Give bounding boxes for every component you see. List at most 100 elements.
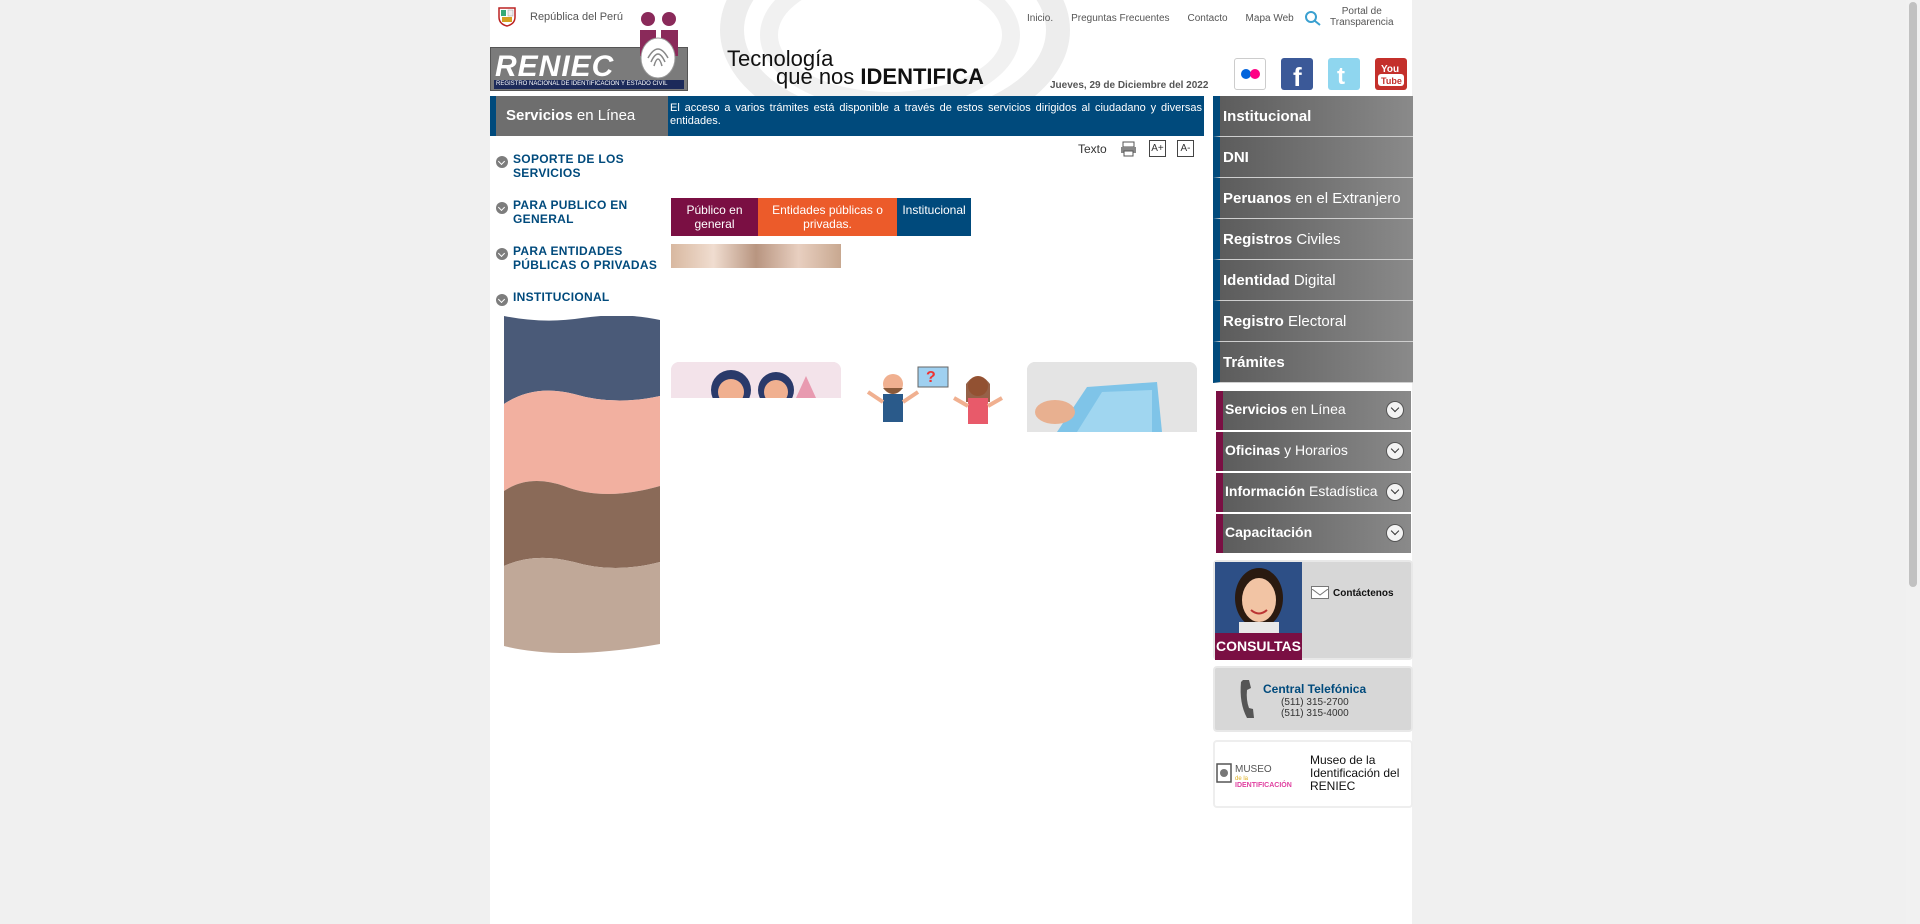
link-inicio[interactable]: Inicio.	[1027, 13, 1053, 24]
coat-of-arms-icon	[498, 7, 516, 27]
site-header: República del Perú RENIEC REGISTRO NACIO…	[490, 0, 1412, 96]
nav-capacitacion[interactable]: Capacitación	[1216, 514, 1411, 553]
nav-sub-rest: Estadística	[1305, 483, 1378, 499]
phone-number-2: (511) 315-4000	[1281, 708, 1349, 719]
svg-text:t: t	[1337, 63, 1345, 90]
nav-dni[interactable]: DNI	[1213, 137, 1413, 178]
youtube-icon[interactable]: You Tube	[1375, 58, 1407, 90]
right-navigation: Institucional DNI Peruanos en el Extranj…	[1213, 96, 1413, 555]
svg-text:?: ?	[926, 369, 936, 386]
central-telefonica-box: Central Telefónica (511) 315-2700 (511) …	[1213, 666, 1413, 732]
phone-number-1: (511) 315-2700	[1281, 697, 1349, 708]
nav-sub-rest: en Línea	[1287, 401, 1346, 417]
chevron-down-icon	[496, 202, 508, 214]
phone-title: Central Telefónica	[1263, 682, 1367, 696]
nav-label-bold: Trámites	[1223, 354, 1285, 371]
link-contacto[interactable]: Contacto	[1188, 13, 1228, 24]
consultas-photo	[1215, 562, 1302, 633]
tab-institucional[interactable]: Institucional	[897, 198, 971, 236]
nav-sub-bold: Oficinas	[1225, 442, 1281, 458]
services-title: Servicios en Línea	[490, 96, 668, 136]
card-publico-image[interactable]	[671, 362, 841, 398]
scrollbar[interactable]	[1906, 0, 1920, 924]
services-description: El acceso a varios trámites está disponi…	[668, 96, 1204, 136]
tab-entidades[interactable]: Entidades públicas o privadas.	[758, 198, 897, 236]
services-title-rest: en Línea	[572, 107, 636, 124]
nav-oficinas-horarios[interactable]: Oficinas y Horarios	[1216, 432, 1411, 471]
transparencia-line2: Transparencia	[1330, 17, 1394, 28]
nav-sub-bold: Servicios	[1225, 401, 1288, 417]
twitter-icon[interactable]: t	[1328, 58, 1360, 90]
left-menu-label: PARA PUBLICO EN GENERAL	[513, 198, 628, 226]
card-entidades-image[interactable]: ?	[848, 362, 1018, 434]
chevron-down-icon	[1386, 442, 1404, 460]
decrease-font-icon[interactable]: A-	[1177, 140, 1194, 157]
link-preguntas-frecuentes[interactable]: Preguntas Frecuentes	[1071, 13, 1169, 24]
transparencia-line1: Portal de	[1341, 6, 1382, 17]
page-container: República del Perú RENIEC REGISTRO NACIO…	[490, 0, 1413, 924]
svg-text:You: You	[1381, 64, 1399, 75]
consultas-box[interactable]: CONSULTAS Contáctenos	[1213, 560, 1413, 660]
nav-label-rest: Digital	[1289, 272, 1336, 289]
chevron-down-icon	[1386, 524, 1404, 542]
tagline-line2: que nos IDENTIFICA	[776, 64, 984, 90]
nav-tramites[interactable]: Trámites	[1213, 342, 1413, 383]
nav-sub-rest: y Horarios	[1280, 442, 1348, 458]
nav-identidad-digital[interactable]: Identidad Digital	[1213, 260, 1413, 301]
left-menu-entidades[interactable]: PARA ENTIDADES PÚBLICAS O PRIVADAS	[496, 244, 661, 272]
nav-registro-electoral[interactable]: Registro Electoral	[1213, 301, 1413, 342]
chevron-down-icon	[496, 156, 508, 168]
link-mapa-web[interactable]: Mapa Web	[1246, 13, 1294, 24]
nav-institucional[interactable]: Institucional	[1213, 96, 1413, 137]
left-menu-soporte[interactable]: SOPORTE DE LOS SERVICIOS	[496, 152, 661, 180]
scrollbar-thumb[interactable]	[1909, 2, 1917, 587]
nav-label-rest: Civiles	[1292, 231, 1341, 248]
tagline-prefix: que nos	[776, 64, 861, 89]
nav-registros-civiles[interactable]: Registros Civiles	[1213, 219, 1413, 260]
audience-tabs: Público en general Entidades públicas o …	[671, 198, 971, 236]
card-institucional-image[interactable]	[1027, 362, 1197, 432]
museo-box[interactable]: MUSEO de la IDENTIFICACIÓN Museo de la I…	[1213, 740, 1413, 808]
chevron-down-icon	[1386, 483, 1404, 501]
chevron-down-icon	[1386, 401, 1404, 419]
nav-label-bold: Institucional	[1223, 108, 1312, 125]
left-menu-label: PARA ENTIDADES PÚBLICAS O PRIVADAS	[513, 244, 658, 272]
print-icon[interactable]	[1120, 140, 1137, 157]
services-title-bold: Servicios	[506, 107, 573, 124]
top-links: Inicio. Preguntas Frecuentes Contacto Ma…	[1027, 13, 1294, 24]
museo-text: Museo de la Identificación del RENIEC	[1310, 753, 1400, 793]
svg-text:f: f	[1293, 62, 1302, 90]
phone-icon	[1240, 680, 1254, 718]
current-date: Jueves, 29 de Diciembre del 2022	[1050, 80, 1209, 91]
nav-informacion-estadistica[interactable]: Información Estadística	[1216, 473, 1411, 512]
consultas-label: CONSULTAS	[1215, 633, 1302, 660]
logo-text: RENIEC	[495, 50, 615, 83]
nav-servicios-linea[interactable]: Servicios en Línea	[1216, 391, 1411, 430]
nav-label-rest: en el Extranjero	[1291, 190, 1401, 207]
museo-logo-line3: IDENTIFICACIÓN	[1235, 780, 1292, 789]
chevron-down-icon	[496, 294, 508, 306]
tagline-bold: IDENTIFICA	[860, 64, 984, 89]
nav-sub-bold: Información	[1225, 483, 1306, 499]
facebook-icon[interactable]: f	[1281, 58, 1313, 92]
nav-sub-bold: Capacitación	[1225, 524, 1313, 540]
link-portal-transparencia[interactable]: Portal de Transparencia	[1330, 6, 1394, 28]
svg-text:Tube: Tube	[1381, 76, 1402, 86]
search-magnifier-icon[interactable]	[1304, 10, 1322, 26]
nav-peruanos-extranjero[interactable]: Peruanos en el Extranjero	[1213, 178, 1413, 219]
nav-label-bold: DNI	[1223, 149, 1249, 166]
tab-publico-general[interactable]: Público en general	[671, 198, 758, 236]
increase-font-icon[interactable]: A+	[1149, 140, 1166, 157]
contactenos-link[interactable]: Contáctenos	[1333, 588, 1394, 599]
reniec-figures-icon	[640, 12, 678, 79]
left-menu-label: INSTITUCIONAL	[513, 290, 610, 304]
flickr-icon[interactable]	[1234, 58, 1266, 90]
left-menu-publico[interactable]: PARA PUBLICO EN GENERAL	[496, 198, 661, 226]
left-menu-label: SOPORTE DE LOS SERVICIOS	[513, 152, 624, 180]
republica-label: República del Perú	[530, 11, 623, 23]
photo-collage	[504, 315, 660, 656]
text-size-label: Texto	[1078, 142, 1107, 156]
banner-image-strip	[671, 244, 841, 268]
nav-label-bold: Peruanos	[1223, 190, 1292, 207]
left-menu-institucional[interactable]: INSTITUCIONAL	[496, 290, 661, 306]
